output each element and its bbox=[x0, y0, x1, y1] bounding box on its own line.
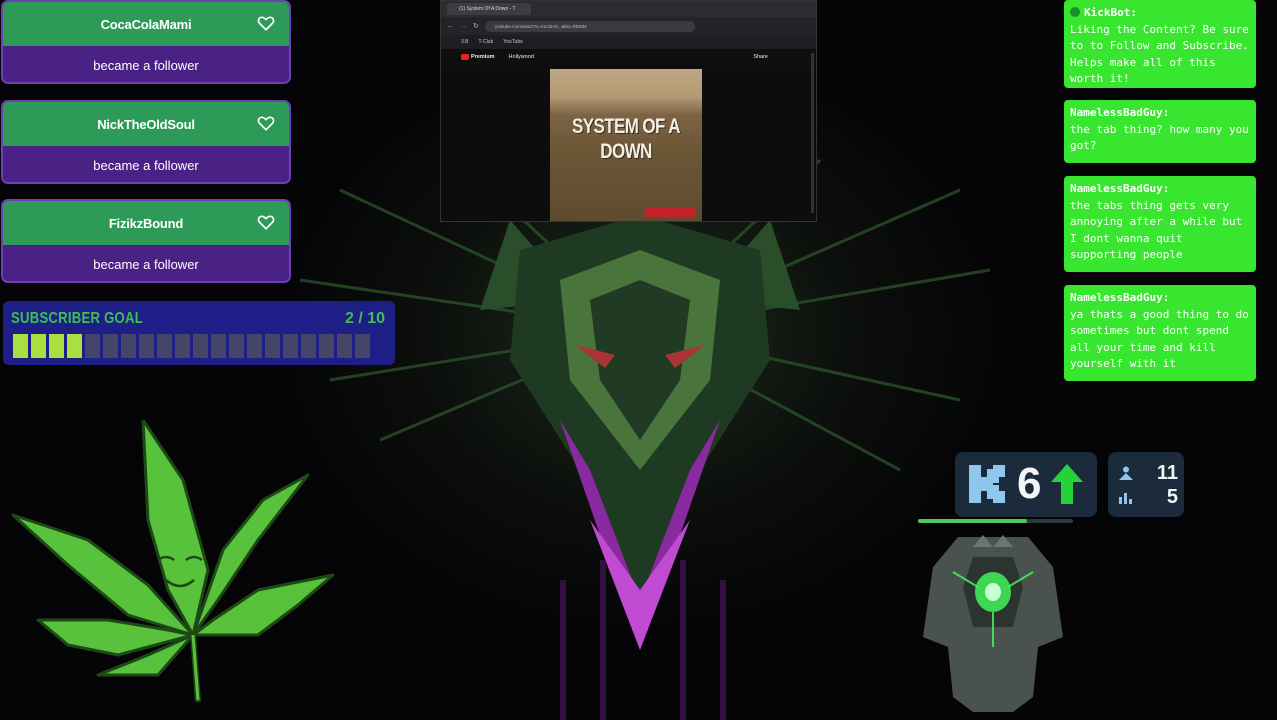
browser-tab-bar: (1) System Of A Down - T bbox=[441, 1, 816, 17]
viewers-count: 5 bbox=[1166, 486, 1178, 508]
youtube-logo[interactable]: Premium bbox=[461, 54, 495, 60]
goal-segment bbox=[355, 334, 370, 358]
chat-message: NamelessBadGuy: the tab thing? how many … bbox=[1064, 100, 1256, 163]
kick-level-value: 6 bbox=[1017, 459, 1042, 508]
subscriber-goal-widget: SUBSCRIBER GOAL 2 / 10 bbox=[3, 301, 395, 365]
browser-window[interactable]: (1) System Of A Down - T ← → ↻ youtube.c… bbox=[440, 0, 817, 222]
up-arrow-icon bbox=[1051, 464, 1083, 504]
chat-username-text: KickBot: bbox=[1084, 6, 1137, 19]
alert-header: CocaColaMami bbox=[3, 2, 289, 46]
bar-chart-icon bbox=[1119, 493, 1132, 504]
followers-stat: 11 bbox=[1118, 462, 1178, 484]
bookmarks-bar: 3.B T-Club YouTube bbox=[441, 35, 816, 49]
goal-segment bbox=[319, 334, 334, 358]
alert-action: became a follower bbox=[3, 146, 289, 182]
heart-icon bbox=[257, 215, 275, 230]
chat-username: KickBot: bbox=[1070, 5, 1250, 22]
goal-segment bbox=[121, 334, 136, 358]
goal-segment bbox=[85, 334, 100, 358]
youtube-site-label: Premium bbox=[471, 54, 495, 60]
armored-golem-character bbox=[923, 535, 1063, 712]
goal-segment bbox=[301, 334, 316, 358]
kick-logo-icon bbox=[969, 465, 1005, 503]
back-icon[interactable]: ← bbox=[447, 23, 454, 30]
chat-text: ya thats a good thing to do sometimes bu… bbox=[1070, 307, 1249, 371]
browser-toolbar: ← → ↻ youtube.com/watch?v=mL32A0...&list… bbox=[441, 17, 816, 35]
goal-segment bbox=[157, 334, 172, 358]
album-band-name: SYSTEM OF A DOWN bbox=[571, 114, 681, 163]
goal-segment bbox=[247, 334, 262, 358]
alert-username: FizikzBound bbox=[108, 215, 184, 231]
bookmark-item[interactable]: 3.B bbox=[461, 39, 469, 45]
goal-segment bbox=[265, 334, 280, 358]
alert-username: CocaColaMami bbox=[100, 16, 192, 32]
chat-message: KickBot: Liking the Content? Be sure to … bbox=[1064, 0, 1256, 88]
kick-stats-card: 11 5 bbox=[1108, 452, 1184, 517]
chat-text: the tab thing? how many you got? bbox=[1070, 122, 1249, 153]
goal-segment bbox=[13, 334, 28, 358]
reload-icon[interactable]: ↻ bbox=[473, 22, 479, 30]
goal-segment bbox=[67, 334, 82, 358]
goal-segment bbox=[175, 334, 190, 358]
level-progress-fill bbox=[918, 519, 1027, 523]
subscriber-goal-progress bbox=[13, 334, 370, 358]
play-icon bbox=[461, 54, 469, 60]
follower-alert: NickTheOldSoul became a follower bbox=[1, 100, 291, 184]
address-bar[interactable]: youtube.com/watch?v=mL32A0...&list=RDMM bbox=[484, 20, 695, 32]
followers-icon bbox=[1119, 466, 1133, 480]
tab-title: (1) System Of A Down - T bbox=[459, 6, 516, 12]
kick-level-card: 6 bbox=[955, 452, 1097, 517]
bookmark-item[interactable]: YouTube bbox=[503, 39, 523, 45]
goal-segment bbox=[103, 334, 118, 358]
chat-username: NamelessBadGuy: bbox=[1070, 182, 1170, 195]
chat-message: NamelessBadGuy: ya thats a good thing to… bbox=[1064, 285, 1256, 381]
alert-action: became a follower bbox=[3, 46, 289, 82]
chat-username: NamelessBadGuy: bbox=[1070, 106, 1170, 119]
album-art[interactable]: SYSTEM OF A DOWN bbox=[550, 69, 702, 221]
goal-segment bbox=[283, 334, 298, 358]
viewers-stat: 5 bbox=[1118, 486, 1178, 508]
goal-segment bbox=[337, 334, 352, 358]
alert-username: NickTheOldSoul bbox=[97, 116, 195, 132]
chat-message: NamelessBadGuy: the tabs thing gets very… bbox=[1064, 176, 1256, 272]
follower-alert: CocaColaMami became a follower bbox=[1, 0, 291, 84]
share-button[interactable]: Share bbox=[753, 54, 768, 60]
goal-segment bbox=[49, 334, 64, 358]
browser-tab[interactable]: (1) System Of A Down - T bbox=[447, 3, 531, 15]
goal-segment bbox=[139, 334, 154, 358]
goal-segment bbox=[193, 334, 208, 358]
goal-segment bbox=[229, 334, 244, 358]
heart-icon bbox=[257, 16, 275, 31]
chat-text: the tabs thing gets very annoying after … bbox=[1070, 198, 1243, 262]
alert-header: NickTheOldSoul bbox=[3, 102, 289, 146]
goal-segment bbox=[211, 334, 226, 358]
followers-count: 11 bbox=[1156, 462, 1178, 484]
bookmark-item[interactable]: T-Club bbox=[479, 39, 494, 45]
alert-header: FizikzBound bbox=[3, 201, 289, 245]
forward-icon[interactable]: → bbox=[460, 23, 467, 30]
follower-alert: FizikzBound became a follower bbox=[1, 199, 291, 283]
scrollbar[interactable] bbox=[811, 53, 814, 213]
album-red-tag bbox=[645, 207, 695, 217]
chat-username: NamelessBadGuy: bbox=[1070, 291, 1170, 304]
subscriber-goal-count: 2 / 10 bbox=[344, 310, 385, 327]
heart-icon bbox=[257, 116, 275, 131]
cannabis-leaf-mascot bbox=[11, 420, 335, 702]
goal-segment bbox=[31, 334, 46, 358]
channel-name[interactable]: Hollywood bbox=[509, 54, 534, 60]
chat-text: Liking the Content? Be sure to to Follow… bbox=[1070, 22, 1249, 86]
alert-action: became a follower bbox=[3, 245, 289, 281]
kickbot-avatar-icon bbox=[1070, 7, 1080, 17]
subscriber-goal-label: SUBSCRIBER GOAL bbox=[11, 310, 143, 327]
youtube-header: Premium Hollywood Share bbox=[441, 49, 816, 65]
level-progress-bar bbox=[918, 519, 1073, 523]
